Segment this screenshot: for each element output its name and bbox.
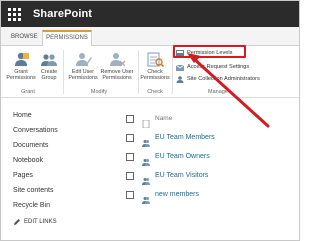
left-navigation: Home Conversations Documents Notebook Pa… [13,111,58,216]
check-permissions-label: Check Permissions [140,69,170,81]
create-group-icon [40,52,58,67]
group-icon [142,153,150,166]
sharepoint-window: SharePoint BROWSE PERMISSIONS Grant Perm… [0,0,300,241]
nav-item-home[interactable]: Home [13,111,58,126]
site-collection-administrators-label: Site Collection Administrators [187,76,260,82]
ribbon: Grant Permissions Create Group Grant Edi… [1,46,299,98]
ribbon-tabs: BROWSE PERMISSIONS [1,27,299,47]
list-item: new members [126,185,215,204]
check-permissions-button[interactable]: Check Permissions [140,52,170,81]
group-link-eu-team-visitors[interactable]: EU Team Visitors [155,172,208,179]
edit-user-permissions-icon [74,52,92,67]
group-icon [142,172,150,185]
select-all-checkbox[interactable] [126,114,134,123]
group-icon [142,134,150,147]
site-collection-admins-icon [176,76,184,83]
list-item: EU Team Owners [126,147,215,166]
create-group-button[interactable]: Create Group [37,52,61,81]
row-checkbox[interactable] [126,190,134,199]
nav-item-site-contents[interactable]: Site contents [13,186,58,201]
row-checkbox[interactable] [126,133,134,142]
suite-bar: SharePoint [1,1,299,27]
ribbon-group-modify: Modify [90,89,108,95]
groups-list: Name EU Team Members EU Team Owners EU T… [126,109,215,204]
group-link-eu-team-members[interactable]: EU Team Members [155,134,215,141]
check-permissions-icon [146,52,165,68]
create-group-label: Create Group [40,69,58,81]
nav-item-conversations[interactable]: Conversations [13,126,58,141]
permission-levels-highlight [173,45,246,58]
nav-item-recycle-bin[interactable]: Recycle Bin [13,201,58,216]
tab-permissions[interactable]: PERMISSIONS [42,30,92,47]
app-title[interactable]: SharePoint [33,8,92,20]
ribbon-group-manage: Manage [208,89,228,95]
pencil-icon [13,218,21,226]
nav-item-documents[interactable]: Documents [13,141,58,156]
remove-user-permissions-button[interactable]: Remove User Permissions [99,52,135,81]
row-checkbox[interactable] [126,171,134,180]
ribbon-group-check: Check [147,89,163,95]
file-type-icon [142,115,150,128]
site-collection-administrators-button[interactable]: Site Collection Administrators [176,75,260,84]
group-icon [142,191,150,204]
grant-permissions-button[interactable]: Grant Permissions [4,52,38,81]
group-link-new-members[interactable]: new members [155,191,199,198]
list-item: EU Team Members [126,128,215,147]
remove-user-permissions-icon [108,52,126,67]
tab-browse[interactable]: BROWSE [11,31,38,46]
ribbon-separator [138,50,139,94]
app-launcher-icon[interactable] [1,1,27,27]
list-header-row: Name [126,109,215,128]
grant-permissions-icon [12,52,30,67]
ribbon-group-grant: Grant [21,89,35,95]
column-header-name[interactable]: Name [155,115,172,122]
grant-permissions-label: Grant Permissions [6,69,36,81]
group-link-eu-team-owners[interactable]: EU Team Owners [155,153,210,160]
ribbon-separator [63,50,64,94]
edit-links-button[interactable]: EDIT LINKS [13,218,57,226]
list-item: EU Team Visitors [126,166,215,185]
nav-item-notebook[interactable]: Notebook [13,156,58,171]
access-request-settings-label: Access Request Settings [187,64,250,70]
remove-user-permissions-label: Remove User Permissions [100,69,134,81]
edit-links-label: EDIT LINKS [24,219,57,225]
nav-item-pages[interactable]: Pages [13,171,58,186]
access-request-icon [175,64,185,71]
edit-user-permissions-button[interactable]: Edit User Permissions [67,52,99,81]
row-checkbox[interactable] [126,152,134,161]
access-request-settings-button[interactable]: Access Request Settings [175,63,250,72]
edit-user-permissions-label: Edit User Permissions [68,69,98,81]
